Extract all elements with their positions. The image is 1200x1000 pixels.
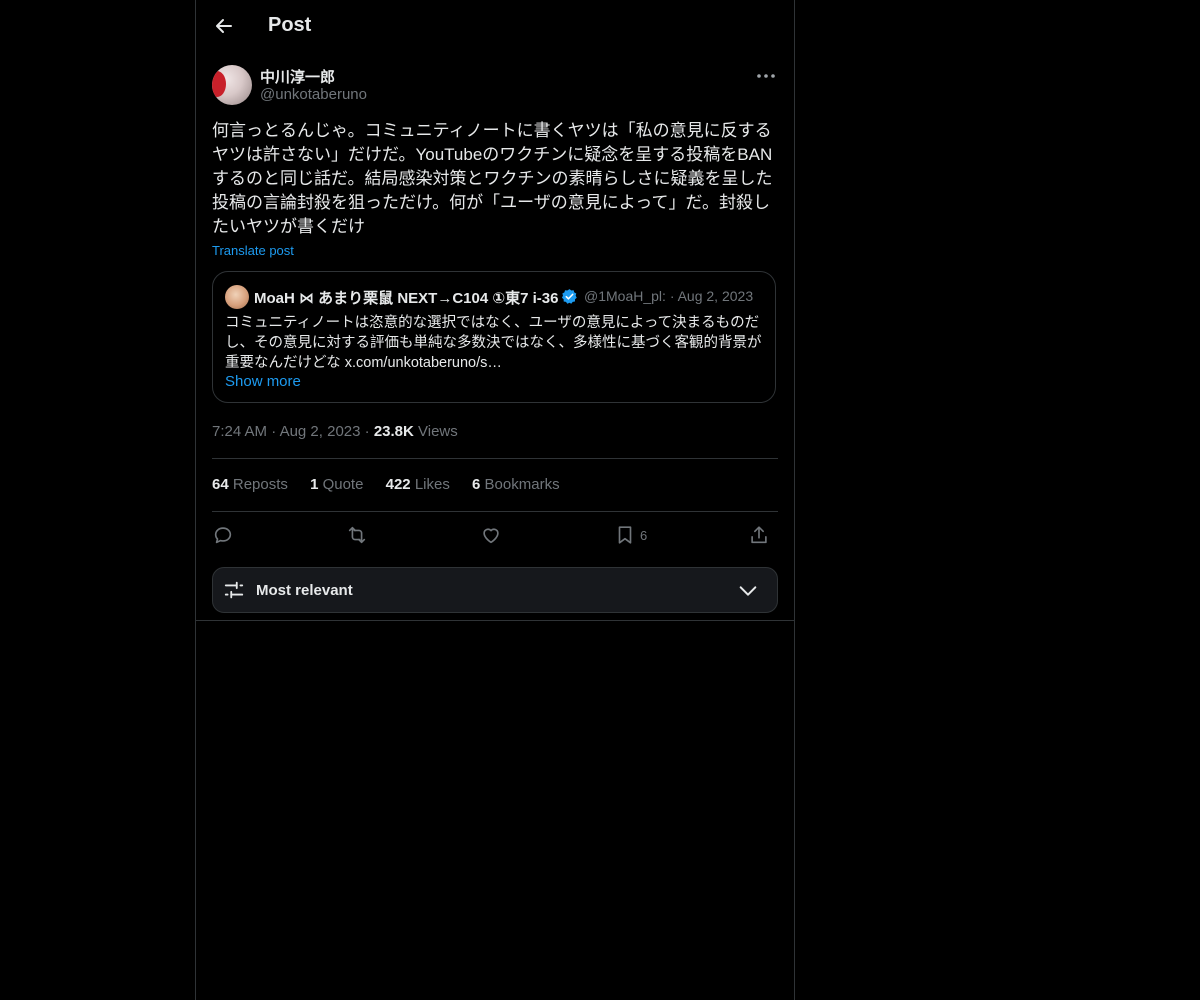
quote-stat[interactable]: 1 Quote: [310, 476, 363, 493]
likes-count: 422: [385, 476, 411, 493]
separator-dot: ·: [364, 423, 374, 440]
likes-label: Likes: [414, 476, 450, 493]
avatar[interactable]: [212, 65, 252, 105]
quoted-handle: @1MoaH_pl:: [584, 288, 666, 304]
sort-label: Most relevant: [256, 582, 353, 599]
quoted-handle-date: @1MoaH_pl: · Aug 2, 2023: [584, 288, 753, 304]
repost-button[interactable]: [346, 522, 368, 548]
engagement-stats: 64 Reposts 1 Quote 422 Likes 6 Bookmarks: [212, 476, 578, 493]
page-title: Post: [268, 14, 312, 36]
verified-badge-icon: [561, 289, 577, 304]
like-button[interactable]: [480, 522, 502, 548]
chevron-down-icon: [739, 586, 757, 596]
post-meta: 7:24 AM · Aug 2, 2023 · 23.8K Views: [212, 423, 458, 440]
bookmarks-count: 6: [472, 476, 481, 493]
divider: [212, 511, 778, 512]
share-icon: [751, 526, 767, 544]
quoted-display-name: MoaH ⋈ あまり栗鼠 NEXT→C104 ①東7 i-36: [254, 290, 559, 307]
bookmark-button[interactable]: 6: [614, 522, 647, 548]
reply-icon: [214, 527, 232, 544]
bookmark-icon: [618, 526, 632, 544]
sliders-icon: [224, 581, 244, 599]
like-icon: [483, 528, 499, 544]
reposts-count: 64: [212, 476, 229, 493]
show-more-link[interactable]: Show more: [225, 373, 301, 390]
divider: [196, 620, 794, 621]
quoted-text: コミュニティノートは恣意的な選択ではなく、ユーザの意見によって決まるものだし、そ…: [225, 315, 762, 371]
arrow-left-icon[interactable]: [212, 14, 236, 38]
likes-stat[interactable]: 422 Likes: [386, 476, 450, 493]
quoted-date: Aug 2, 2023: [677, 288, 754, 304]
bookmarks-label: Bookmarks: [484, 476, 560, 493]
more-horizontal-icon[interactable]: [754, 64, 778, 88]
author-handle[interactable]: @unkotaberuno: [260, 86, 367, 103]
divider: [212, 458, 778, 459]
post-time[interactable]: 7:24 AM: [212, 423, 267, 440]
author-display-name[interactable]: 中川淳一郎: [260, 66, 335, 87]
post-author: 中川淳一郎 @unkotaberuno: [212, 64, 778, 108]
quote-count: 1: [310, 476, 319, 493]
quoted-post[interactable]: MoaH ⋈ あまり栗鼠 NEXT→C104 ①東7 i-36 @1MoaH_p…: [212, 271, 776, 403]
bookmarks-stat[interactable]: 6 Bookmarks: [472, 476, 560, 493]
post-date[interactable]: Aug 2, 2023: [280, 423, 361, 440]
share-button[interactable]: [748, 522, 770, 548]
bookmark-count: 6: [640, 527, 648, 543]
separator-dot: ·: [669, 288, 678, 304]
quote-label: Quote: [322, 476, 364, 493]
views-label: Views: [418, 423, 458, 440]
main-column: Post 中川淳一郎 @unkotaberuno 何言っとるんじゃ。コミュニティ…: [195, 0, 795, 1000]
reposts-stat[interactable]: 64 Reposts: [212, 476, 288, 493]
separator-dot: ·: [271, 423, 280, 440]
reposts-label: Reposts: [232, 476, 288, 493]
reply-button[interactable]: [212, 522, 234, 548]
quoted-avatar: [225, 285, 249, 309]
action-bar: 6: [212, 522, 778, 550]
header: Post: [196, 0, 794, 53]
views-count: 23.8K: [373, 423, 414, 440]
translate-post-link[interactable]: Translate post: [212, 243, 294, 258]
reply-sort-dropdown[interactable]: Most relevant: [212, 567, 778, 613]
post-text: 何言っとるんじゃ。コミュニティノートに書くヤツは「私の意見に反する ヤツは許さな…: [212, 121, 773, 236]
repost-icon: [348, 526, 366, 544]
